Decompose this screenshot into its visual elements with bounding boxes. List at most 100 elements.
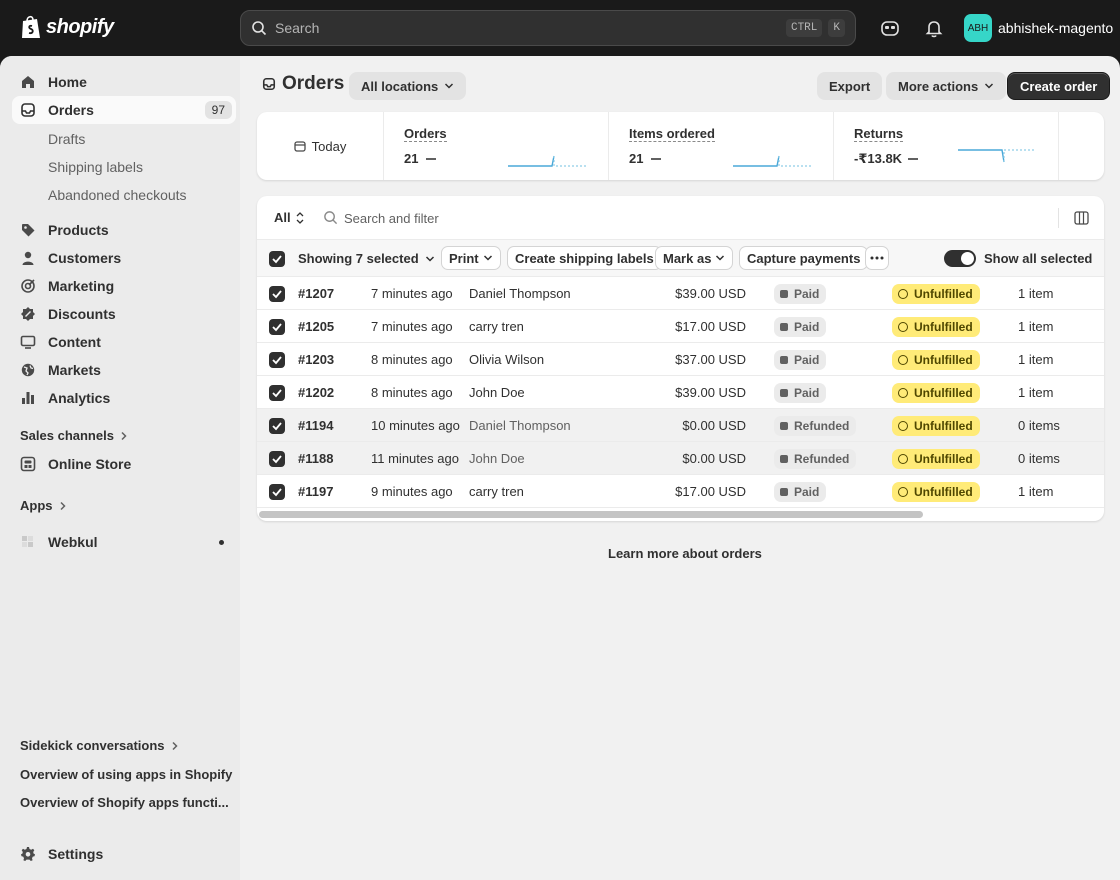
row-checkbox[interactable] xyxy=(269,286,285,302)
create-order-button[interactable]: Create order xyxy=(1007,72,1111,100)
sidebar-item-online-store[interactable]: Online Store xyxy=(12,450,236,478)
search-placeholder: Search xyxy=(275,20,320,36)
sidebar-item-home[interactable]: Home xyxy=(12,68,236,96)
metric-label: Orders xyxy=(404,126,447,142)
scrollbar-thumb[interactable] xyxy=(259,511,923,518)
sidebar-item-settings[interactable]: Settings xyxy=(12,840,236,868)
sparkline xyxy=(508,155,586,167)
row-checkbox[interactable] xyxy=(269,484,285,500)
row-checkbox[interactable] xyxy=(269,319,285,335)
order-customer[interactable]: John Doe xyxy=(469,451,525,466)
columns-icon[interactable] xyxy=(1074,211,1089,225)
table-row[interactable]: #1188 11 minutes ago John Doe $0.00 USD Refu… xyxy=(257,442,1104,475)
apps-heading[interactable]: Apps xyxy=(20,498,67,513)
sidebar-item-discounts[interactable]: Discounts xyxy=(12,300,236,328)
horizontal-scrollbar[interactable] xyxy=(257,508,1104,521)
table-row[interactable]: #1194 10 minutes ago Daniel Thompson $0.00 … xyxy=(257,409,1104,442)
payment-status-badge: Paid xyxy=(774,317,827,337)
chevron-right-icon xyxy=(171,741,178,750)
home-icon xyxy=(22,76,34,88)
view-selector[interactable]: All xyxy=(274,210,304,225)
table-row[interactable]: #1203 8 minutes ago Olivia Wilson $37.00 US… xyxy=(257,343,1104,376)
shopify-logo[interactable]: shopify xyxy=(20,14,114,40)
order-items-count: 0 items xyxy=(1018,451,1060,466)
sidekick-conversations-heading[interactable]: Sidekick conversations xyxy=(20,738,179,753)
mark-as-button[interactable]: Mark as xyxy=(655,246,734,270)
sidebar-item-marketing[interactable]: Marketing xyxy=(12,272,236,300)
row-checkbox[interactable] xyxy=(269,352,285,368)
sidekick-conversation-item[interactable]: Overview of using apps in Shopify xyxy=(20,767,234,782)
sparkline xyxy=(958,149,1036,163)
chevron-down-icon xyxy=(985,83,994,89)
row-checkbox[interactable] xyxy=(269,451,285,467)
sidebar-item-webkul[interactable]: Webkul xyxy=(12,528,236,556)
order-date: 7 minutes ago xyxy=(371,319,453,334)
metric-returns[interactable]: Returns -₹13.8K xyxy=(834,112,1059,180)
export-button[interactable]: Export xyxy=(817,72,883,100)
sidebar-item-abandoned-checkouts[interactable]: Abandoned checkouts xyxy=(48,187,187,203)
order-number[interactable]: #1207 xyxy=(298,286,334,301)
order-customer[interactable]: carry tren xyxy=(469,484,524,499)
capture-payments-button[interactable]: Capture payments xyxy=(739,246,869,270)
check-icon xyxy=(272,255,282,264)
row-checkbox[interactable] xyxy=(269,385,285,401)
row-checkbox[interactable] xyxy=(269,418,285,434)
selection-count-menu[interactable]: Showing 7 selected xyxy=(298,251,435,266)
order-date: 8 minutes ago xyxy=(371,352,453,367)
sidebar-item-shipping-labels[interactable]: Shipping labels xyxy=(48,159,143,175)
date-range-button[interactable]: Today xyxy=(257,112,384,180)
order-number[interactable]: #1202 xyxy=(298,385,334,400)
order-customer[interactable]: Daniel Thompson xyxy=(469,286,571,301)
location-selector-button[interactable]: All locations xyxy=(349,72,467,100)
payment-status-dot xyxy=(780,488,788,496)
table-search-input[interactable]: Search and filter xyxy=(344,211,439,226)
order-number[interactable]: #1188 xyxy=(298,451,333,466)
order-number[interactable]: #1194 xyxy=(298,418,333,433)
sidebar-item-drafts[interactable]: Drafts xyxy=(48,131,85,147)
payment-status-dot xyxy=(780,455,788,463)
order-number[interactable]: #1197 xyxy=(298,484,333,499)
metric-items-ordered[interactable]: Items ordered 21 xyxy=(609,112,834,180)
global-search-input[interactable]: Search CTRL K xyxy=(240,10,856,46)
table-row[interactable]: #1207 7 minutes ago Daniel Thompson $39.00 … xyxy=(257,277,1104,310)
user-menu[interactable]: ABH abhishek-magento xyxy=(964,14,1113,42)
table-row[interactable]: #1197 9 minutes ago carry tren $17.00 USD Pa… xyxy=(257,475,1104,508)
table-row[interactable]: #1202 8 minutes ago John Doe $39.00 USD Paid… xyxy=(257,376,1104,409)
learn-more-link[interactable]: Learn more about orders xyxy=(608,546,762,561)
order-customer[interactable]: carry tren xyxy=(469,319,524,334)
metric-value: -₹13.8K xyxy=(854,151,903,166)
more-actions-button[interactable]: More actions xyxy=(886,72,1007,100)
select-all-checkbox[interactable] xyxy=(269,251,285,267)
sidekick-conversation-item[interactable]: Overview of Shopify apps functi... xyxy=(20,795,234,810)
bell-icon[interactable] xyxy=(923,17,945,39)
sidebar-item-markets[interactable]: Markets xyxy=(12,356,236,384)
sidekick-icon[interactable] xyxy=(879,17,901,39)
order-number[interactable]: #1203 xyxy=(298,352,334,367)
calendar-icon xyxy=(293,141,306,152)
sidebar-item-content[interactable]: Content xyxy=(12,328,236,356)
sidebar-item-customers[interactable]: Customers xyxy=(12,244,236,272)
fulfillment-status-icon xyxy=(898,421,908,431)
inbox-icon xyxy=(262,77,276,91)
sparkline xyxy=(733,155,811,167)
fulfillment-status-badge: Unfulfilled xyxy=(892,284,980,304)
sidebar-item-analytics[interactable]: Analytics xyxy=(12,384,236,412)
sales-channels-heading[interactable]: Sales channels xyxy=(20,428,128,443)
top-bar: shopify Search CTRL K ABH abhishek-magen… xyxy=(0,0,1120,56)
show-all-selected-toggle[interactable] xyxy=(944,250,976,267)
table-row[interactable]: #1205 7 minutes ago carry tren $17.00 USD Pa… xyxy=(257,310,1104,343)
print-button[interactable]: Print xyxy=(441,246,501,270)
sidebar-item-products[interactable]: Products xyxy=(12,216,236,244)
order-number[interactable]: #1205 xyxy=(298,319,334,334)
create-shipping-labels-button[interactable]: Create shipping labels xyxy=(507,246,662,270)
more-bulk-actions-button[interactable] xyxy=(865,246,889,270)
order-customer[interactable]: Olivia Wilson xyxy=(469,352,544,367)
sales-channels-label: Sales channels xyxy=(20,428,114,443)
metric-orders[interactable]: Orders 21 xyxy=(384,112,609,180)
order-customer[interactable]: John Doe xyxy=(469,385,525,400)
sidebar-item-orders[interactable]: Orders 97 xyxy=(12,96,236,124)
order-customer[interactable]: Daniel Thompson xyxy=(469,418,571,433)
order-total: $17.00 USD xyxy=(675,319,746,334)
monitor-icon xyxy=(20,335,36,349)
payment-status-label: Paid xyxy=(794,320,820,334)
